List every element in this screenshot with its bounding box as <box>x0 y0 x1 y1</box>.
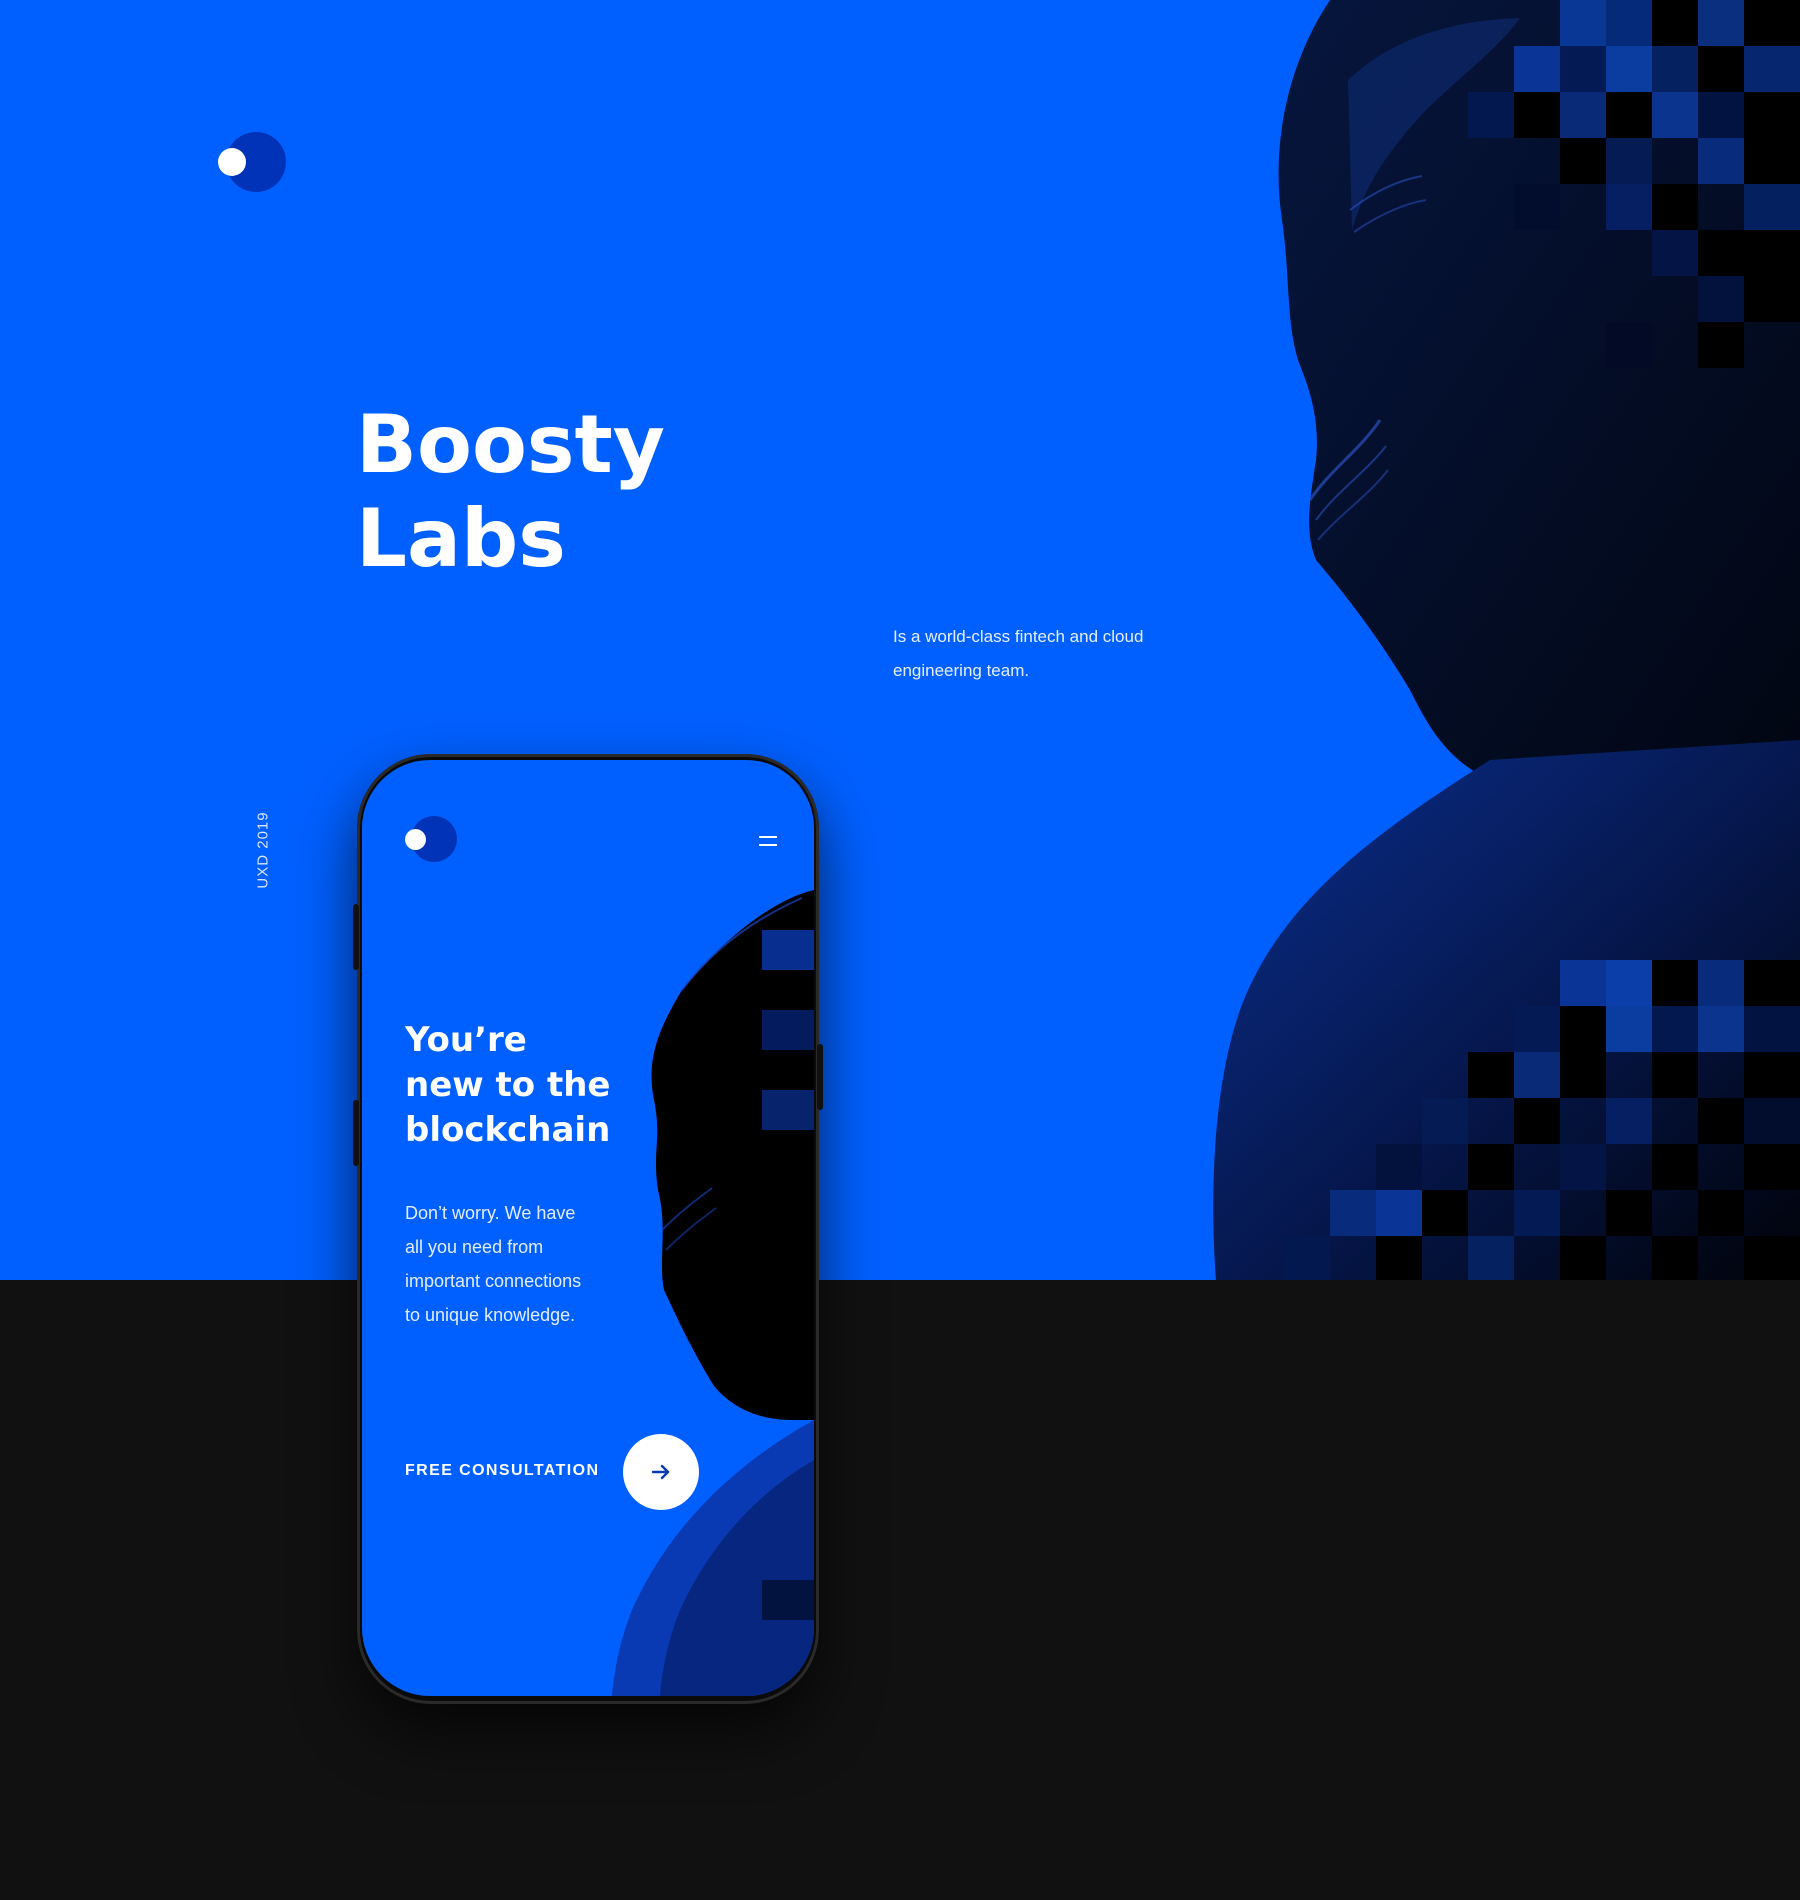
hero-section: Boosty Labs Is a world-class fintech and… <box>0 0 1800 1280</box>
brand-logo-icon[interactable] <box>218 132 286 192</box>
phone-power-button <box>817 1044 823 1110</box>
hero-title: Boosty Labs <box>356 398 716 586</box>
phone-headline-line-3: blockchain <box>405 1110 611 1150</box>
phone-body-line-3: important connections <box>405 1271 582 1291</box>
phone-mockup: You’re new to the blockchain Don’t worry… <box>353 754 823 1704</box>
free-consultation-button[interactable]: FREE CONSULTATION <box>405 1434 705 1510</box>
cta-arrow-button[interactable] <box>623 1434 699 1510</box>
hero-portrait-art <box>1213 0 1800 1280</box>
hamburger-menu-icon[interactable] <box>756 832 780 850</box>
phone-headline-line-2: new to the <box>405 1065 611 1105</box>
phone-headline-line-1: You’re <box>405 1020 527 1060</box>
phone-screen: You’re new to the blockchain Don’t worry… <box>362 760 814 1696</box>
menu-line-top <box>759 836 777 838</box>
phone-body-text: Don’t worry. We have all you need from i… <box>405 1196 635 1332</box>
phone-body-line-4: to unique knowledge. <box>405 1305 576 1325</box>
hero-title-line-1: Boosty <box>356 398 665 491</box>
logo-front-dot <box>218 148 246 176</box>
hero-title-line-2: Labs <box>356 492 566 585</box>
cta-label: FREE CONSULTATION <box>405 1462 600 1479</box>
phone-logo-front-dot <box>405 829 426 850</box>
page: Boosty Labs Is a world-class fintech and… <box>0 0 1800 1900</box>
hero-description: Is a world-class fintech and cloud engin… <box>893 627 1144 680</box>
vertical-year-label: UXD 2019 <box>254 811 272 889</box>
menu-line-bottom <box>759 844 777 846</box>
phone-body-line-2: all you need from <box>405 1237 544 1257</box>
arrow-right-icon <box>651 1464 670 1480</box>
phone-body-line-1: Don’t worry. We have <box>405 1203 576 1223</box>
phone-side-button-top <box>353 904 359 970</box>
phone-side-button-bottom <box>353 1100 359 1166</box>
phone-headline: You’re new to the blockchain <box>405 1018 665 1153</box>
phone-logo-icon[interactable] <box>405 816 457 862</box>
